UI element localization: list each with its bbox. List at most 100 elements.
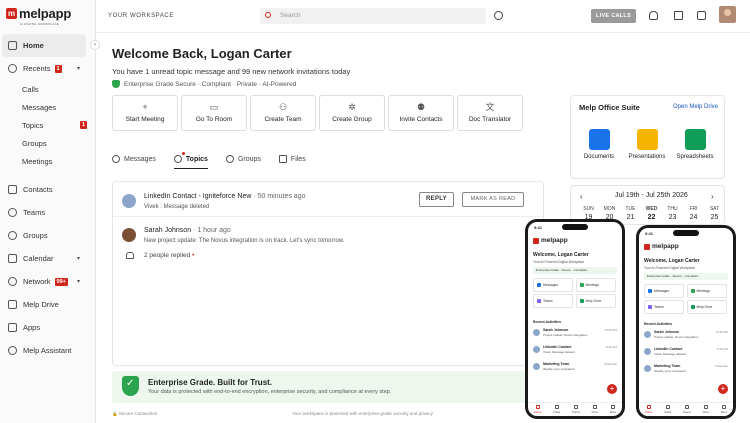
list-item[interactable]: LinkedIn Contact Vivek: Message deleted 9:… [533,345,617,359]
phone-tab-label: Chats [663,410,672,414]
phone-tab-home[interactable]: Home [534,403,541,416]
sidebar-item-teams[interactable]: Teams [2,201,86,224]
messages-icon [648,289,652,294]
bell-icon[interactable] [649,11,658,20]
app-label: Documents [583,154,615,160]
sidebar-item-network[interactable]: Network 99+ ▾ [2,270,86,293]
day-number: 25 [710,214,719,221]
teams-icon [573,405,578,409]
phone-drive-button[interactable]: Melp Drive [686,300,727,314]
sidebar-sub-calls[interactable]: Calls [2,80,86,98]
open-drive-link[interactable]: Open Melp Drive [673,104,718,110]
phone-tab-drive[interactable]: Drive [591,403,599,416]
clock-icon [112,155,120,163]
phone-tab-label: More [609,410,617,414]
reply-button[interactable]: REPLY [419,192,454,207]
home-icon [535,405,540,409]
doc-translator-button[interactable]: 文 Doc Translator [457,95,523,131]
sidebar-sub-messages[interactable]: Messages [2,98,86,116]
phone-drive-button[interactable]: Melp Drive [575,294,616,308]
compose-button[interactable]: + [607,384,617,394]
phone-tab-label: Drive [591,410,599,414]
calendar-day[interactable]: FRI 24 [683,206,704,221]
list-item[interactable]: LinkedIn Contact Vivek: Message deleted 9:… [644,347,728,361]
drive-icon [579,299,584,304]
phone-tab-teams[interactable]: Teams [572,403,580,416]
post-title-text: LinkedIn Contact - Igniteforce New [144,193,252,200]
list-item[interactable]: Marketing Team Weekly sync completed Yeste… [644,364,728,378]
phone-tab-more[interactable]: More [721,403,727,416]
phone-teams-button[interactable]: Teams [533,294,574,308]
sidebar-item-recents[interactable]: Recents 1 ▾ [2,57,86,80]
sidebar-sub-topics[interactable]: Topics 1 [2,116,88,134]
app-logo[interactable]: m melpapp [6,6,71,21]
presentations-app[interactable]: Presentations [627,129,667,160]
item-text: Project update: Novus integration [543,333,588,337]
replies-row[interactable]: 2 people replied • [122,249,532,263]
mark-as-read-button[interactable]: MARK AS READ [462,192,524,207]
tab-files[interactable]: Files [278,152,306,166]
avatar [533,346,540,353]
list-item[interactable]: Sarah Johnson Project update: Novus integ… [644,330,728,344]
search-input[interactable]: Search [260,8,486,24]
meetings-icon [579,283,584,288]
calendar-day-today[interactable]: WED 22 [641,206,662,221]
list-item[interactable]: Marketing Team Weekly sync completed Yeste… [533,362,617,376]
sidebar-item-calendar[interactable]: Calendar ▾ [2,247,86,270]
sidebar-item-home[interactable]: Home [2,34,86,57]
compose-button[interactable]: + [718,384,728,394]
item-name: Marketing Team [654,364,681,368]
start-meeting-button[interactable]: + Start Meeting [112,95,178,131]
phone-tab-home[interactable]: Home [645,403,652,416]
recents-icon [8,64,17,73]
phone-tab-chats[interactable]: Chats [553,403,560,416]
documents-app[interactable]: Documents [579,129,619,160]
sidebar-sub-groups[interactable]: Groups [2,134,86,152]
list-item[interactable]: Sarah Johnson · 1 hour ago New project u… [122,225,532,247]
theme-toggle-icon[interactable] [494,11,503,20]
invite-contacts-button[interactable]: ⚉ Invite Contacts [388,95,454,131]
list-item[interactable]: LinkedIn Contact - Igniteforce New · 50 … [122,191,532,213]
create-group-button[interactable]: ✲ Create Group [319,95,385,131]
next-week-button[interactable]: › [711,192,714,201]
avatar [644,365,651,372]
spreadsheets-app[interactable]: Spreadsheets [675,129,715,160]
footer-privacy-text: Your workspace is protected with enterpr… [292,411,433,416]
home-icon [8,41,17,50]
sidebar-item-drive[interactable]: Melp Drive [2,293,86,316]
calendar-day[interactable]: TUE 21 [620,206,641,221]
live-calls-button[interactable]: LIVE CALLS [591,9,636,23]
avatar[interactable] [719,6,736,23]
shield-icon [112,80,120,88]
tab-messages[interactable]: Messages [112,152,156,166]
prev-week-button[interactable]: ‹ [580,192,583,201]
phone-meetings-button[interactable]: Meetings [686,284,727,298]
phone-tab-drive[interactable]: Drive [703,403,709,416]
pin-icon[interactable] [674,11,683,20]
phone-tab-teams[interactable]: Teams [683,403,691,416]
phone-messages-button[interactable]: Messages [533,278,574,292]
calendar-day[interactable]: THU 23 [662,206,683,221]
action-label: Create Group [332,116,372,123]
tab-topics[interactable]: Topics [173,152,209,169]
sidebar-item-assistant[interactable]: Melp Assistant [2,339,86,362]
go-to-room-button[interactable]: ▭ Go To Room [181,95,247,131]
phone-messages-button[interactable]: Messages [644,284,685,298]
item-time: 10:25 AM [715,330,728,334]
day-number: 24 [689,214,698,221]
sidebar-item-contacts[interactable]: Contacts [2,178,86,201]
sidebar-item-groups[interactable]: Groups [2,224,86,247]
phone-teams-button[interactable]: Teams [644,300,685,314]
phone-tab-chats[interactable]: Chats [664,403,671,416]
tab-groups[interactable]: Groups [225,152,261,166]
create-team-button[interactable]: ⚇ Create Team [250,95,316,131]
phone-app-name: melpapp [541,237,568,244]
sidebar-item-apps[interactable]: Apps [2,316,86,339]
sidebar-sub-meetings[interactable]: Meetings [2,152,86,170]
item-text: Vivek: Message deleted [543,350,575,354]
chat-icon[interactable] [697,11,706,20]
phone-tab-more[interactable]: More [610,403,616,416]
phone-meetings-button[interactable]: Meetings [575,278,616,292]
calendar-day[interactable]: SAT 25 [704,206,725,221]
list-item[interactable]: Sarah Johnson Project update: Novus integ… [533,328,617,342]
